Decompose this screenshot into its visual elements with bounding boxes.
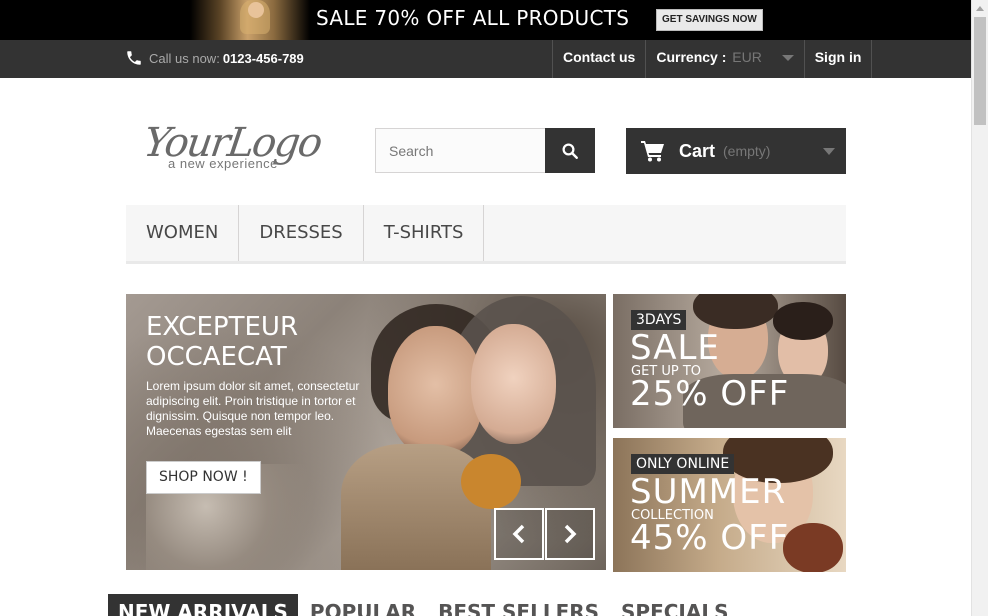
promo-banner[interactable]: SALE 70% OFF ALL PRODUCTS GET SAVINGS NO… <box>0 0 971 40</box>
search-button[interactable] <box>545 128 595 173</box>
chevron-right-icon <box>564 524 577 544</box>
tab-new-arrivals[interactable]: NEW ARRIVALS <box>108 594 298 616</box>
page-scrollbar[interactable] <box>971 0 988 616</box>
chevron-left-icon <box>512 524 525 544</box>
promo-tag: ONLY ONLINE <box>631 454 735 474</box>
menu-item-t-shirts[interactable]: T-SHIRTS <box>364 205 485 261</box>
currency-value: EUR <box>732 49 762 65</box>
homepage-slider: EXCEPTEUR OCCAECAT Lorem ipsum dolor sit… <box>126 294 606 570</box>
tab-best-sellers[interactable]: BEST SELLERS <box>428 594 609 616</box>
cart-icon <box>641 141 664 162</box>
cart-label: Cart <box>679 140 716 161</box>
slider-controls <box>494 508 595 560</box>
logo-tagline: a new experience <box>168 156 278 171</box>
slider-title: EXCEPTEUR OCCAECAT <box>146 312 299 372</box>
promo-text: SALE 70% OFF ALL PRODUCTS <box>316 6 630 30</box>
promo-block-summer[interactable]: ONLY ONLINE SUMMER COLLECTION 45% OFF <box>613 438 846 572</box>
product-tabs: NEW ARRIVALS POPULAR BEST SELLERS SPECIA… <box>108 594 741 616</box>
model-image <box>471 324 556 444</box>
promo-headline: SALE <box>630 328 720 368</box>
tab-specials[interactable]: SPECIALS <box>611 594 738 616</box>
promo-tag: 3DAYS <box>631 310 687 330</box>
site-logo[interactable]: YourLogo a new experience <box>140 118 324 178</box>
call-label: Call us now: <box>149 50 220 66</box>
caret-down-icon <box>823 148 835 155</box>
call-us: Call us now: 0123-456-789 <box>125 49 304 67</box>
category-menu: WOMEN DRESSES T-SHIRTS <box>126 205 846 264</box>
search-input[interactable] <box>375 128 545 173</box>
phone-number: 0123-456-789 <box>222 50 304 66</box>
shop-now-button[interactable]: SHOP NOW ! <box>146 461 261 494</box>
menu-item-women[interactable]: WOMEN <box>126 205 240 261</box>
cart-status: (empty) <box>723 143 771 159</box>
scrollbar-thumb[interactable] <box>974 17 986 125</box>
promo-discount: 25% OFF <box>630 374 790 414</box>
promo-model-image <box>190 0 310 40</box>
get-savings-button[interactable]: GET SAVINGS NOW <box>656 9 763 31</box>
model-image <box>388 326 483 456</box>
search-bar <box>375 128 595 173</box>
search-icon <box>562 143 578 159</box>
promo-discount: 45% OFF <box>630 518 790 558</box>
contact-us-link[interactable]: Contact us <box>552 40 645 78</box>
menu-item-dresses[interactable]: DRESSES <box>239 205 364 261</box>
cart-button[interactable]: Cart (empty) <box>626 128 846 174</box>
slider-next-button[interactable] <box>545 508 595 560</box>
scroll-up-icon[interactable] <box>976 6 984 11</box>
promo-headline: SUMMER <box>630 472 787 512</box>
top-nav-bar: Call us now: 0123-456-789 Contact us Cur… <box>0 40 971 78</box>
phone-icon <box>127 51 141 65</box>
currency-selector[interactable]: Currency : EUR <box>645 40 803 78</box>
promo-block-sale[interactable]: 3DAYS SALE GET UP TO 25% OFF <box>613 294 846 428</box>
slider-prev-button[interactable] <box>494 508 544 560</box>
currency-label: Currency : <box>656 49 727 65</box>
slider-description: Lorem ipsum dolor sit amet, consectetur … <box>146 379 360 438</box>
tab-popular[interactable]: POPULAR <box>300 594 426 616</box>
caret-down-icon <box>781 55 794 62</box>
sign-in-link[interactable]: Sign in <box>803 40 873 78</box>
